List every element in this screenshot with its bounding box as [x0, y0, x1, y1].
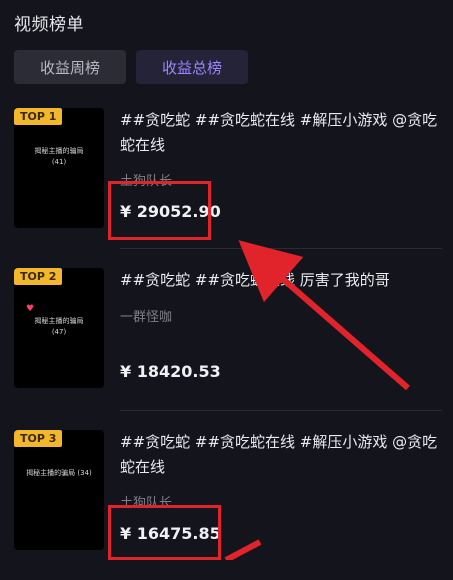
section-title: 视频榜单: [14, 15, 84, 35]
highlight-box-earning-3: [108, 505, 221, 560]
tab-total-earnings[interactable]: 收益总榜: [136, 50, 248, 84]
ranking-tabs: 收益周榜 收益总榜: [14, 50, 248, 84]
earning-amount: ¥ 18420.53: [120, 362, 221, 381]
video-title[interactable]: ##贪吃蛇 ##贪吃蛇在线 #解压小游戏 @贪吃蛇在线: [120, 430, 440, 480]
rank-badge: TOP 1: [14, 108, 63, 125]
list-item[interactable]: TOP 2 ♥ 揭秘主播的骗局 (47) ##贪吃蛇 ##贪吃蛇在线 厉害了我的…: [14, 268, 442, 418]
divider: [120, 410, 442, 411]
thumbnail-caption: 揭秘主播的骗局 (34): [26, 469, 92, 477]
author-name[interactable]: 一群怪咖: [120, 306, 172, 325]
rank-badge: TOP 2: [14, 268, 63, 285]
video-title[interactable]: ##贪吃蛇 ##贪吃蛇在线 #解压小游戏 @贪吃蛇在线: [120, 108, 440, 158]
rank-badge: TOP 3: [14, 430, 63, 447]
tab-weekly-earnings[interactable]: 收益周榜: [14, 50, 126, 84]
highlight-box-earning-1: [108, 181, 211, 240]
thumbnail-caption: 揭秘主播的骗局 (47): [34, 317, 84, 336]
list-item[interactable]: TOP 1 揭秘主播的骗局 (41) ##贪吃蛇 ##贪吃蛇在线 #解压小游戏 …: [14, 108, 442, 258]
list-item[interactable]: TOP 3 揭秘主播的骗局 (34) ##贪吃蛇 ##贪吃蛇在线 #解压小游戏 …: [14, 430, 442, 580]
video-thumbnail[interactable]: TOP 3 揭秘主播的骗局 (34): [14, 430, 104, 550]
thumbnail-caption: 揭秘主播的骗局 (41): [34, 147, 84, 166]
video-thumbnail[interactable]: TOP 1 揭秘主播的骗局 (41): [14, 108, 104, 228]
video-thumbnail[interactable]: TOP 2 ♥ 揭秘主播的骗局 (47): [14, 268, 104, 388]
heart-icon: ♥: [26, 304, 35, 314]
divider: [120, 248, 442, 249]
video-title[interactable]: ##贪吃蛇 ##贪吃蛇在线 厉害了我的哥: [120, 268, 440, 293]
